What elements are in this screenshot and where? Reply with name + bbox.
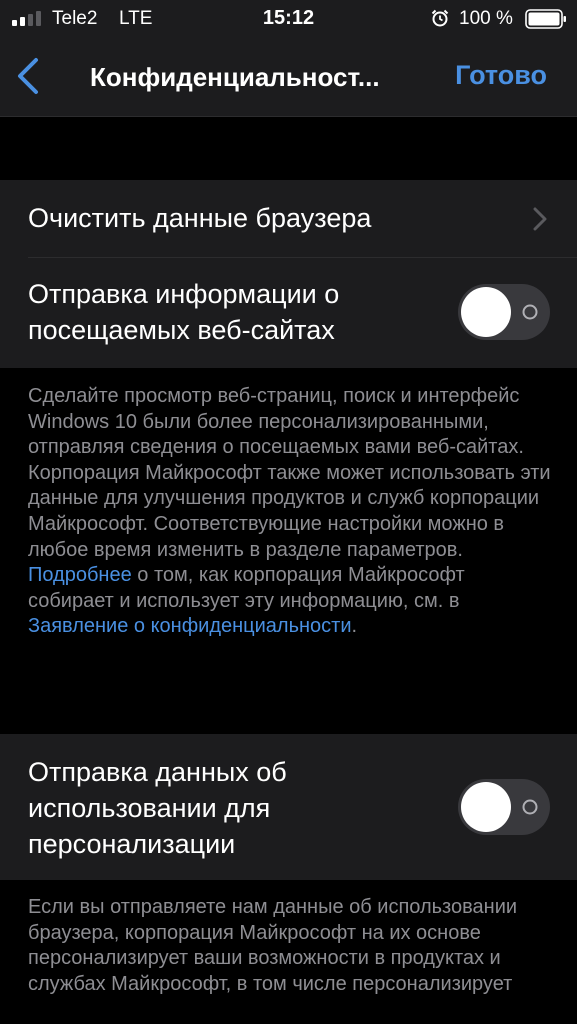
toggle-knob xyxy=(461,782,511,832)
send-sites-info-label: Отправка информации о посещаемых веб-сай… xyxy=(28,279,340,345)
battery-percent: 100 % xyxy=(459,8,513,29)
send-sites-description: Сделайте просмотр веб-страниц, поиск и и… xyxy=(28,384,555,640)
toggle-knob xyxy=(461,287,511,337)
description-text: Сделайте просмотр веб-страниц, поиск и и… xyxy=(28,385,551,561)
learn-more-link[interactable]: Подробнее xyxy=(28,564,132,586)
toggle-off-icon xyxy=(522,304,538,320)
back-button[interactable] xyxy=(10,56,46,96)
usage-data-description: Если вы отправляете нам данные об исполь… xyxy=(28,896,518,995)
send-sites-info-toggle[interactable] xyxy=(458,284,550,340)
privacy-statement-link[interactable]: Заявление о конфиденциальности xyxy=(28,615,352,637)
clear-browsing-data-row[interactable]: Очистить данные браузера xyxy=(0,180,577,257)
navigation-bar: Конфиденциальност... Готово xyxy=(0,38,577,117)
settings-group-usage: Отправка данных об использовании для пер… xyxy=(0,734,577,880)
description-text: . xyxy=(351,615,358,638)
clear-browsing-data-label: Очистить данные браузера xyxy=(28,203,372,233)
usage-data-row: Отправка данных об использовании для пер… xyxy=(0,734,577,880)
chevron-left-icon xyxy=(18,58,38,94)
status-bar: Tele2 LTE 15:12 100 % xyxy=(0,0,577,38)
toggle-off-icon xyxy=(522,799,538,815)
chevron-right-icon xyxy=(533,207,547,231)
usage-data-label: Отправка данных об использовании для пер… xyxy=(28,757,287,859)
battery-icon xyxy=(525,9,566,29)
done-button[interactable]: Готово xyxy=(455,60,547,91)
send-sites-info-row: Отправка информации о посещаемых веб-сай… xyxy=(0,258,577,368)
alarm-icon xyxy=(431,9,449,27)
usage-data-toggle[interactable] xyxy=(458,779,550,835)
settings-group-browsing: Очистить данные браузера Отправка информ… xyxy=(0,180,577,368)
page-title: Конфиденциальност... xyxy=(90,62,380,92)
